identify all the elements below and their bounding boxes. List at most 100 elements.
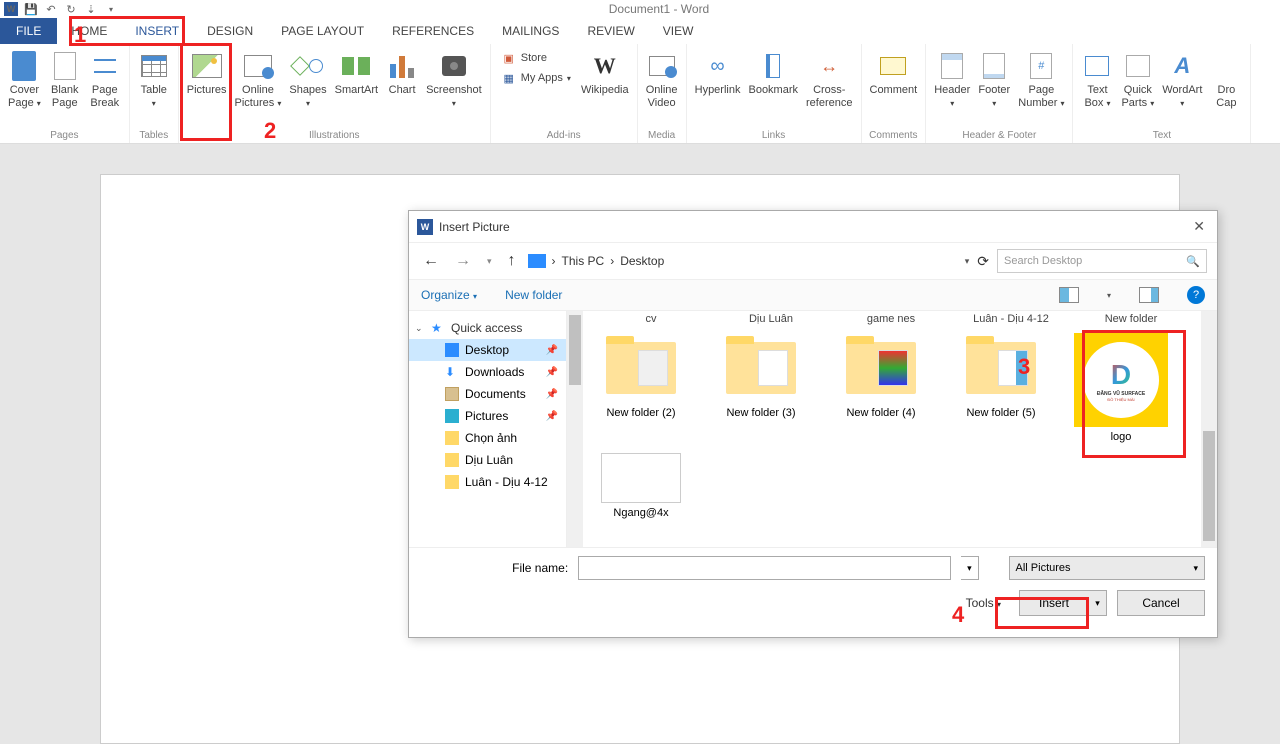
online-video-button[interactable]: OnlineVideo (642, 48, 682, 130)
quickparts-button[interactable]: QuickParts ▾ (1117, 48, 1158, 130)
wikipedia-icon: W (594, 53, 616, 79)
folder-icon (445, 431, 459, 445)
insert-button[interactable]: Insert▾ (1019, 590, 1107, 616)
insert-split-icon[interactable]: ▾ (1088, 598, 1106, 609)
apps-icon: ▦ (501, 70, 517, 86)
screenshot-button[interactable]: Screenshot▾ (422, 48, 486, 130)
group-hf-label: Header & Footer (926, 130, 1072, 143)
sidebar-scrollbar[interactable] (567, 311, 583, 547)
file-item-folder[interactable]: New folder (4) (831, 333, 931, 443)
cross-icon: ↔ (820, 56, 838, 77)
filename-input[interactable] (578, 556, 951, 580)
file-area: cv Dịu Luân game nes Luân - Dịu 4-12 New… (583, 311, 1201, 547)
footer-button[interactable]: Footer▾ (974, 48, 1014, 130)
qat-redo-icon[interactable]: ↻ (64, 2, 78, 16)
desktop-icon (445, 343, 459, 357)
filearea-scrollbar[interactable] (1201, 311, 1217, 547)
filename-dropdown-icon[interactable]: ▾ (961, 556, 979, 580)
file-type-filter[interactable]: All Pictures▾ (1009, 556, 1205, 580)
file-item-folder[interactable]: New folder (3) (711, 333, 811, 443)
tab-review[interactable]: REVIEW (573, 18, 648, 44)
filename-label: File name: (421, 561, 568, 575)
pictures-icon (445, 409, 459, 423)
tab-home[interactable]: HOME (57, 18, 121, 44)
store-icon: ▣ (501, 50, 517, 66)
close-icon[interactable]: ✕ (1189, 218, 1209, 235)
chart-button[interactable]: Chart (382, 48, 422, 130)
online-pictures-button[interactable]: OnlinePictures ▾ (231, 48, 286, 130)
partial-label: Luân - Dịu 4-12 (961, 313, 1061, 325)
header-button[interactable]: Header▾ (930, 48, 974, 130)
comment-button[interactable]: Comment (866, 48, 922, 130)
partial-label: New folder (1081, 313, 1181, 325)
organize-button[interactable]: Organize ▾ (421, 288, 477, 302)
smartart-button[interactable]: SmartArt (331, 48, 382, 130)
qat-more-icon[interactable]: ▾ (104, 2, 118, 16)
search-input[interactable]: Search Desktop 🔍 (997, 249, 1207, 273)
shapes-button[interactable]: Shapes▾ (285, 48, 330, 130)
wikipedia-button[interactable]: WWikipedia (577, 48, 633, 130)
my-apps-button[interactable]: ▦My Apps ▾ (501, 70, 571, 86)
qat-undo-icon[interactable]: ↶ (44, 2, 58, 16)
file-item-logo[interactable]: DĐĂNG VŨ SURFACEĐỒ THIỆU MÀI logo (1071, 333, 1171, 443)
file-item-folder[interactable]: New folder (2) (591, 333, 691, 443)
group-pages-label: Pages (0, 130, 129, 143)
wordart-button[interactable]: AWordArt▾ (1158, 48, 1206, 130)
sidebar-item-folder[interactable]: Luân - Dịu 4-12 (409, 471, 566, 493)
tab-view[interactable]: VIEW (649, 18, 708, 44)
sidebar-item-folder[interactable]: Chọn ảnh (409, 427, 566, 449)
view-mode-icon[interactable] (1059, 287, 1079, 303)
sidebar: ⌄★Quick access Desktop📌 ⬇Downloads📌 Docu… (409, 311, 567, 547)
textbox-button[interactable]: TextBox ▾ (1077, 48, 1117, 130)
file-item-image[interactable]: Ngang@4x (591, 453, 691, 519)
file-item-folder[interactable]: New folder (5) (951, 333, 1051, 443)
tools-button[interactable]: Tools ▾ (966, 596, 1001, 610)
sidebar-quick-access[interactable]: ⌄★Quick access (409, 317, 566, 339)
cancel-button[interactable]: Cancel (1117, 590, 1205, 616)
help-icon[interactable]: ? (1187, 286, 1205, 304)
sidebar-item-pictures[interactable]: Pictures📌 (409, 405, 566, 427)
dropcap-button[interactable]: DroCap (1206, 48, 1246, 130)
refresh-icon[interactable]: ⟳ (977, 253, 989, 270)
tab-page-layout[interactable]: PAGE LAYOUT (267, 18, 378, 44)
nav-recent-icon[interactable]: ▾ (483, 256, 496, 267)
page-break-button[interactable]: PageBreak (85, 48, 125, 130)
dialog-word-icon: W (417, 219, 433, 235)
pin-icon: 📌 (546, 367, 558, 378)
view-mode-dropdown-icon[interactable]: ▾ (1107, 291, 1111, 300)
store-button[interactable]: ▣Store (501, 50, 571, 66)
thispc-icon (528, 254, 546, 268)
hyperlink-button[interactable]: ∞Hyperlink (691, 48, 745, 130)
qat-touch-icon[interactable]: ⇣ (84, 2, 98, 16)
tab-references[interactable]: REFERENCES (378, 18, 488, 44)
wordart-icon: A (1174, 53, 1190, 79)
blank-page-button[interactable]: BlankPage (45, 48, 85, 130)
page-number-button[interactable]: #PageNumber ▾ (1014, 48, 1068, 130)
tab-file[interactable]: FILE (0, 18, 57, 44)
star-icon: ★ (431, 321, 445, 335)
sidebar-item-desktop[interactable]: Desktop📌 (409, 339, 566, 361)
nav-up-icon[interactable]: ↑ (504, 252, 520, 270)
nav-back-icon[interactable]: ← (419, 252, 443, 270)
qat-save-icon[interactable]: 💾 (24, 2, 38, 16)
cover-page-button[interactable]: CoverPage ▾ (4, 48, 45, 130)
title-bar: W 💾 ↶ ↻ ⇣ ▾ Document1 - Word (0, 0, 1280, 18)
breadcrumb[interactable]: › This PC › Desktop (528, 254, 665, 268)
download-icon: ⬇ (445, 365, 459, 379)
table-button[interactable]: Table▾ (134, 48, 174, 130)
sidebar-item-downloads[interactable]: ⬇Downloads📌 (409, 361, 566, 383)
pictures-button[interactable]: Pictures (183, 48, 231, 130)
cross-ref-button[interactable]: ↔Cross-reference (802, 48, 856, 130)
new-folder-button[interactable]: New folder (505, 288, 562, 302)
nav-forward-icon: → (451, 252, 475, 270)
bookmark-button[interactable]: Bookmark (744, 48, 802, 130)
tab-insert[interactable]: INSERT (121, 18, 193, 44)
group-illustrations-label: Illustrations (179, 130, 490, 143)
tab-design[interactable]: DESIGN (193, 18, 267, 44)
sidebar-item-folder[interactable]: Dịu Luân (409, 449, 566, 471)
sidebar-item-documents[interactable]: Documents📌 (409, 383, 566, 405)
breadcrumb-dropdown-icon[interactable]: ▾ (965, 256, 970, 267)
preview-pane-icon[interactable] (1139, 287, 1159, 303)
tab-mailings[interactable]: MAILINGS (488, 18, 573, 44)
partial-label: Dịu Luân (721, 313, 821, 325)
